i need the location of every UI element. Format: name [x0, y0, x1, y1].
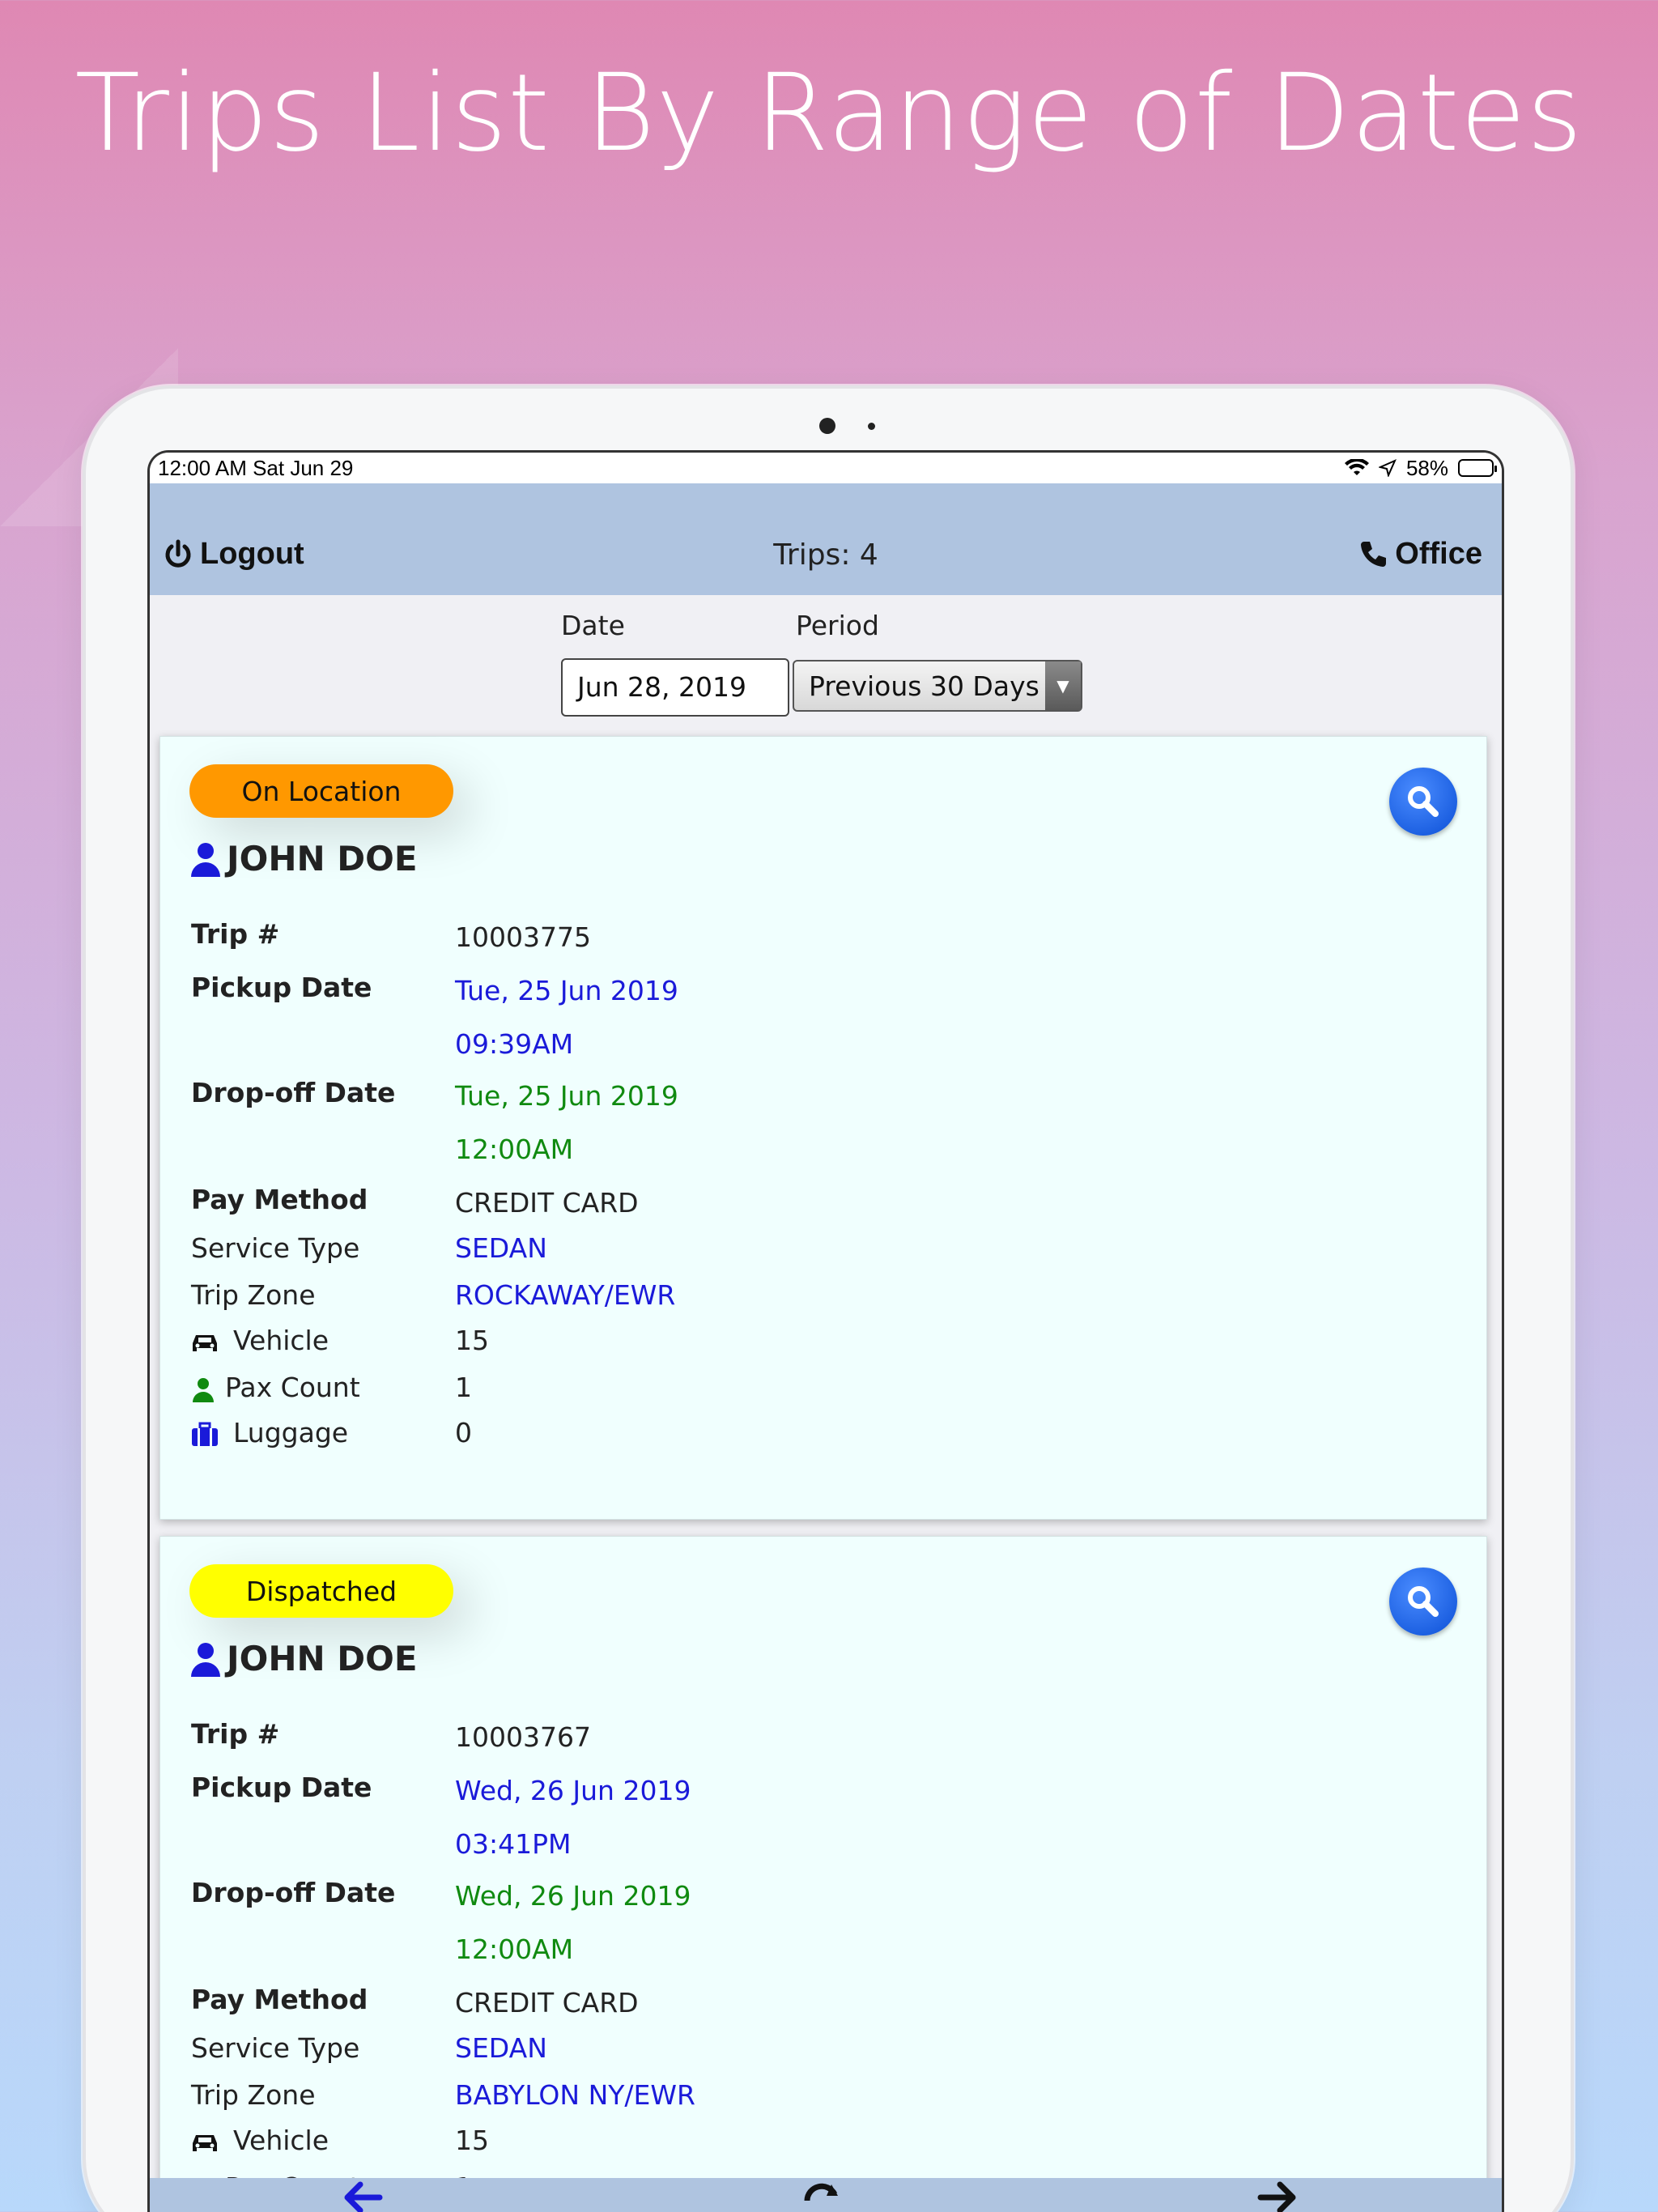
car-icon: [193, 2134, 217, 2151]
vehicle-row: Vehicle: [191, 2125, 329, 2156]
trip-number-label: Trip #: [191, 1718, 280, 1750]
trip-card[interactable]: Dispatched JOHN DOE Trip # 10003767 Pick…: [159, 1536, 1487, 2212]
pickup-date-value: Tue, 25 Jun 2019: [455, 975, 678, 1006]
trip-number-label: Trip #: [191, 918, 280, 950]
office-button[interactable]: Office: [1358, 537, 1482, 572]
pickup-date-label: Pickup Date: [191, 972, 372, 1003]
trip-zone-value: ROCKAWAY/EWR: [455, 1279, 676, 1311]
period-label: Period: [796, 610, 879, 641]
trip-zone-value: BABYLON NY/EWR: [455, 2079, 695, 2111]
trip-number-value: 10003767: [455, 1721, 591, 1753]
user-icon: [191, 1642, 220, 1677]
chevron-down-icon: ▼: [1045, 661, 1081, 710]
pickup-time-value: 09:39AM: [455, 1028, 574, 1060]
pickup-date-value: Wed, 26 Jun 2019: [455, 1775, 691, 1806]
luggage-row: Luggage: [191, 1417, 348, 1448]
app-screen: 12:00 AM Sat Jun 29 58% Logout Trips: 4: [147, 450, 1504, 2212]
dropoff-date-value: Wed, 26 Jun 2019: [455, 1880, 691, 1912]
magnifier-icon: [1408, 786, 1439, 817]
luggage-value: 0: [455, 1417, 472, 1448]
sensor-dot: [868, 423, 875, 430]
headline: Trips List By Range of Dates: [74, 51, 1584, 176]
car-icon: [193, 1334, 217, 1351]
user-icon: [191, 842, 220, 877]
status-time-date: 12:00 AM Sat Jun 29: [158, 455, 354, 480]
passenger-name-row: JOHN DOE: [189, 839, 418, 878]
status-right: 58%: [1344, 455, 1497, 481]
service-type-value: SEDAN: [455, 1232, 547, 1264]
refresh-icon[interactable]: [799, 2180, 844, 2212]
luggage-label: Luggage: [233, 1417, 349, 1448]
vehicle-value: 15: [455, 1325, 489, 1356]
pickup-date-label: Pickup Date: [191, 1772, 372, 1803]
trip-number-value: 10003775: [455, 921, 591, 953]
search-button[interactable]: [1389, 1568, 1457, 1636]
pay-method-value: CREDIT CARD: [455, 1987, 639, 2018]
phone-icon: [1361, 541, 1387, 567]
dropoff-date-value: Tue, 25 Jun 2019: [455, 1080, 678, 1112]
passenger-name: JOHN DOE: [227, 839, 418, 878]
period-selected-value: Previous 30 Days: [809, 670, 1039, 702]
search-button[interactable]: [1389, 768, 1457, 836]
nav-bar: Logout Trips: 4 Office: [150, 483, 1502, 595]
pay-method-label: Pay Method: [191, 1184, 368, 1215]
passenger-name-row: JOHN DOE: [189, 1639, 418, 1678]
dropoff-date-label: Drop-off Date: [191, 1077, 396, 1108]
user-icon: [193, 1377, 214, 1402]
arrow-right-icon[interactable]: [1257, 2180, 1298, 2212]
vehicle-value: 15: [455, 2125, 489, 2156]
pickup-time-value: 03:41PM: [455, 1828, 572, 1860]
status-bar: 12:00 AM Sat Jun 29 58%: [150, 453, 1502, 483]
period-select[interactable]: Previous 30 Days ▼: [793, 660, 1082, 712]
pax-count-label: Pax Count: [225, 1372, 360, 1403]
trip-zone-label: Trip Zone: [191, 1279, 316, 1311]
service-type-label: Service Type: [191, 1232, 360, 1264]
dropoff-time-value: 12:00AM: [455, 1933, 574, 1965]
pay-method-label: Pay Method: [191, 1984, 368, 2015]
date-label: Date: [561, 610, 625, 641]
magnifier-icon: [1408, 1586, 1439, 1617]
trip-card[interactable]: On Location JOHN DOE Trip # 10003775 Pic…: [159, 736, 1487, 1520]
wifi-icon: [1344, 459, 1369, 475]
status-badge: On Location: [189, 764, 453, 818]
bottom-toolbar: [150, 2178, 1502, 2212]
vehicle-label: Vehicle: [233, 2125, 329, 2156]
status-badge: Dispatched: [189, 1564, 453, 1618]
filter-bar: Date Period Jun 28, 2019 Previous 30 Day…: [150, 595, 1502, 733]
battery-icon: [1458, 459, 1497, 477]
trip-zone-label: Trip Zone: [191, 2079, 316, 2111]
battery-percent: 58%: [1405, 455, 1448, 480]
arrow-left-icon[interactable]: [342, 2180, 383, 2212]
pay-method-value: CREDIT CARD: [455, 1187, 639, 1219]
office-label: Office: [1395, 537, 1482, 571]
suitcase-icon: [192, 1422, 218, 1446]
service-type-label: Service Type: [191, 2032, 360, 2064]
date-field[interactable]: Jun 28, 2019: [561, 658, 789, 717]
vehicle-row: Vehicle: [191, 1325, 329, 1356]
dropoff-time-value: 12:00AM: [455, 1134, 574, 1165]
service-type-value: SEDAN: [455, 2032, 547, 2064]
camera-dot: [819, 418, 835, 434]
trips-count-title: Trips: 4: [773, 538, 878, 572]
location-icon: [1378, 459, 1397, 477]
pax-count-value: 1: [455, 1372, 472, 1403]
dropoff-date-label: Drop-off Date: [191, 1877, 396, 1908]
vehicle-label: Vehicle: [233, 1325, 329, 1356]
passenger-name: JOHN DOE: [227, 1639, 418, 1678]
pax-count-row: Pax Count: [191, 1372, 360, 1403]
